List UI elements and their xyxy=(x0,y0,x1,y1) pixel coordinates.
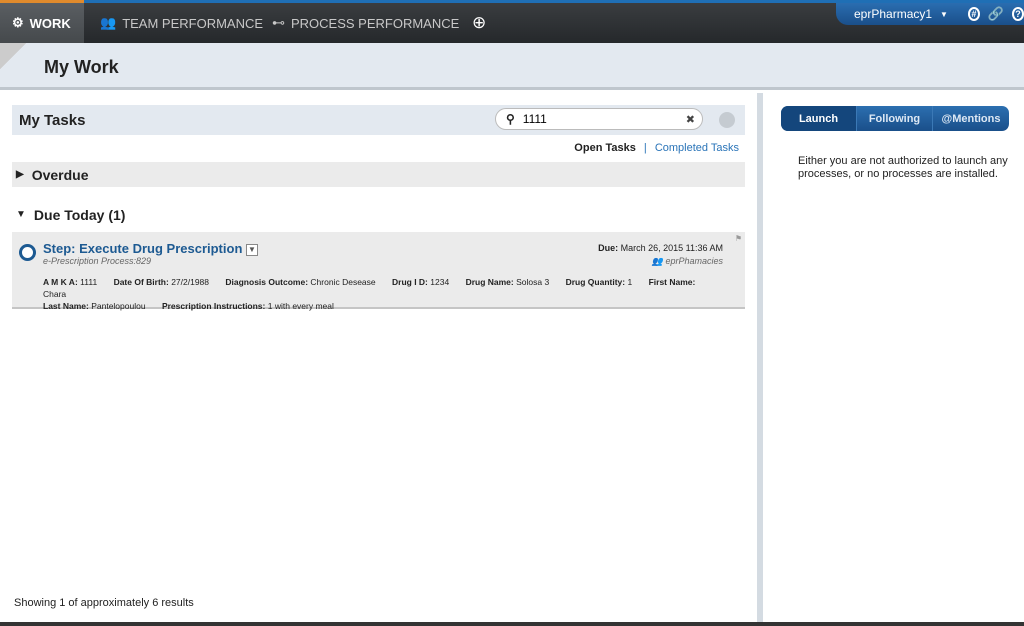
gear-icon: ⚙ xyxy=(12,15,24,30)
top-nav-bar: ⚙ WORK 👥 TEAM PERFORMANCE ⊷ PROCESS PERFORM… xyxy=(0,0,1024,43)
task-menu-dropdown-icon[interactable]: ▼ xyxy=(246,243,259,256)
user-name-dropdown[interactable]: eprPharmacy1 xyxy=(854,7,932,21)
search-box: ⚲ ✖ xyxy=(495,108,703,130)
separator: | xyxy=(643,142,647,154)
process-icon: ⊷ xyxy=(272,15,285,30)
link-icon[interactable]: 🔗 xyxy=(988,6,1004,22)
task-process: e-Prescription Process:829 xyxy=(43,256,152,266)
bottom-bar xyxy=(0,622,1024,626)
nav-team-performance[interactable]: 👥 TEAM PERFORMANCE xyxy=(88,3,275,43)
task-title[interactable]: Step: Execute Drug Prescription ▼ xyxy=(43,241,259,256)
search-input[interactable] xyxy=(522,112,678,126)
results-count: Showing 1 of approximately 6 results xyxy=(14,597,194,609)
field: Diagnosis Outcome: Chronic Desease xyxy=(225,277,376,287)
page-title: My Work xyxy=(44,57,119,77)
user-menu: eprPharmacy1 ▼ # 🔗 ? xyxy=(836,3,1024,25)
search-icon: ⚲ xyxy=(506,112,515,126)
completed-tasks-link[interactable]: Completed Tasks xyxy=(655,142,739,154)
triangle-right-icon: ▶ xyxy=(16,169,24,180)
caret-down-icon[interactable]: ▼ xyxy=(940,10,948,19)
triangle-down-icon: ▼ xyxy=(16,209,26,220)
task-due: Due: March 26, 2015 11:36 AM xyxy=(598,243,723,253)
plus-circle-icon[interactable]: ⊕ xyxy=(460,3,498,43)
right-panel: Launch Following @Mentions Either you ar… xyxy=(763,93,1024,623)
page-header: My Work xyxy=(0,43,1024,90)
open-tasks-link[interactable]: Open Tasks xyxy=(574,142,636,154)
tasks-title: My Tasks xyxy=(19,112,86,129)
field: Prescription Instructions: 1 with every … xyxy=(161,301,334,311)
task-card[interactable]: Step: Execute Drug Prescription ▼ e-Pres… xyxy=(12,232,745,312)
team-icon: 👥 xyxy=(651,256,663,266)
field: Drug Name: Solosa 3 xyxy=(465,277,550,287)
help-icon[interactable]: ? xyxy=(1012,7,1024,21)
task-filter-links: Open Tasks | Completed Tasks xyxy=(574,142,739,154)
task-fields: A M K A: 1111 Date Of Birth: 27/2/1988 D… xyxy=(43,276,723,312)
options-chevron-icon[interactable] xyxy=(719,112,735,128)
tasks-panel: My Tasks ⚲ ✖ Open Tasks | Completed Task… xyxy=(0,93,758,623)
nav-process-performance[interactable]: ⊷ PROCESS PERFORMANCE xyxy=(260,3,471,43)
task-step-icon xyxy=(19,244,36,261)
team-icon: 👥 xyxy=(100,15,117,30)
task-team: 👥 eprPhamacies xyxy=(651,256,723,266)
nav-work[interactable]: ⚙ WORK xyxy=(0,3,84,43)
tab-mentions[interactable]: @Mentions xyxy=(933,106,1009,131)
page-fold-icon[interactable] xyxy=(0,43,26,69)
overdue-section[interactable]: ▶ Overdue xyxy=(12,162,745,187)
field: Date Of Birth: 27/2/1988 xyxy=(113,277,210,287)
flag-icon[interactable]: ⚑ xyxy=(735,234,742,243)
clear-icon[interactable]: ✖ xyxy=(686,113,695,126)
right-tabs: Launch Following @Mentions xyxy=(781,106,1009,131)
tab-launch[interactable]: Launch xyxy=(781,106,857,131)
tasks-toolbar: My Tasks ⚲ ✖ xyxy=(12,105,745,135)
globe-icon[interactable]: # xyxy=(967,7,980,21)
tab-following[interactable]: Following xyxy=(857,106,933,131)
field: Last Name: Pantelopoulou xyxy=(43,301,146,311)
launch-message: Either you are not authorized to launch … xyxy=(798,155,1008,180)
field: Drug Quantity: 1 xyxy=(565,277,633,287)
due-today-section[interactable]: ▼ Due Today (1) xyxy=(12,202,745,227)
field: A M K A: 1111 xyxy=(43,277,98,287)
field: Drug I D: 1234 xyxy=(392,277,450,287)
